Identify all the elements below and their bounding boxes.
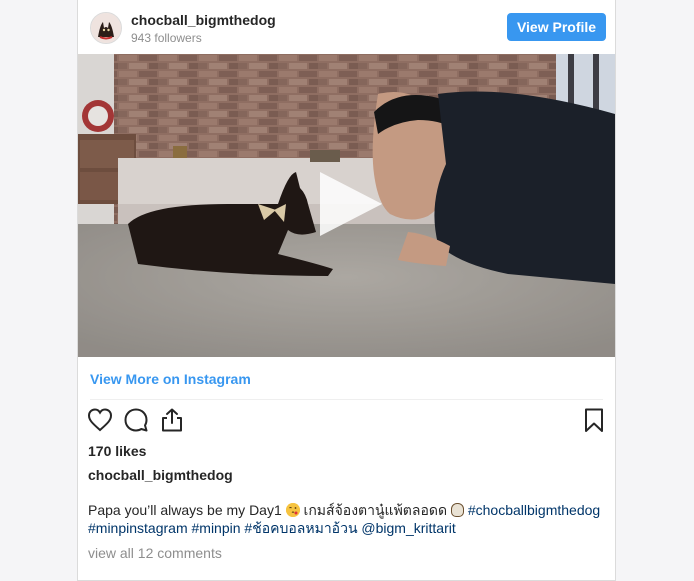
view-more-link[interactable]: View More on Instagram: [90, 371, 251, 387]
mention-bigm-krittarit[interactable]: @bigm_krittarit: [361, 520, 455, 536]
page-gutter: [0, 0, 60, 569]
bookmark-icon[interactable]: [580, 406, 608, 434]
comment-icon[interactable]: [122, 406, 150, 434]
caption-text: Papa you’ll always be my Day1: [88, 502, 282, 518]
hashtag-chocball-thai[interactable]: #ช้อคบอลหมาอ้วน: [244, 520, 357, 536]
video-thumbnail[interactable]: [78, 54, 615, 357]
action-bar: [78, 406, 615, 436]
post-owner[interactable]: chocball_bigmthedog: [88, 467, 233, 483]
view-all-comments-link[interactable]: view all 12 comments: [88, 545, 222, 561]
post-header: chocball_bigmthedog 943 followers View P…: [78, 0, 615, 54]
like-count: 170 likes: [88, 443, 147, 459]
share-icon[interactable]: [158, 406, 186, 434]
divider: [90, 399, 603, 400]
caption: Papa you’ll always be my Day1 เกมส์จ้องต…: [88, 501, 608, 537]
view-profile-button[interactable]: View Profile: [507, 13, 606, 41]
dog-emoji: [450, 503, 464, 517]
heart-icon[interactable]: [86, 406, 114, 434]
avatar[interactable]: [90, 12, 122, 44]
instagram-embed-card: chocball_bigmthedog 943 followers View P…: [77, 0, 616, 581]
username[interactable]: chocball_bigmthedog: [131, 12, 276, 28]
hashtag-chocballbigmthedog[interactable]: #chocballbigmthedog: [468, 502, 600, 518]
caption-thai-text: เกมส์จ้องตานู๋แพ้ตลอดด: [303, 502, 448, 518]
follower-count: 943 followers: [131, 31, 202, 45]
hashtag-minpinstagram[interactable]: #minpinstagram: [88, 520, 188, 536]
hashtag-minpin[interactable]: #minpin: [192, 520, 241, 536]
winking-kiss-emoji: [285, 503, 300, 517]
